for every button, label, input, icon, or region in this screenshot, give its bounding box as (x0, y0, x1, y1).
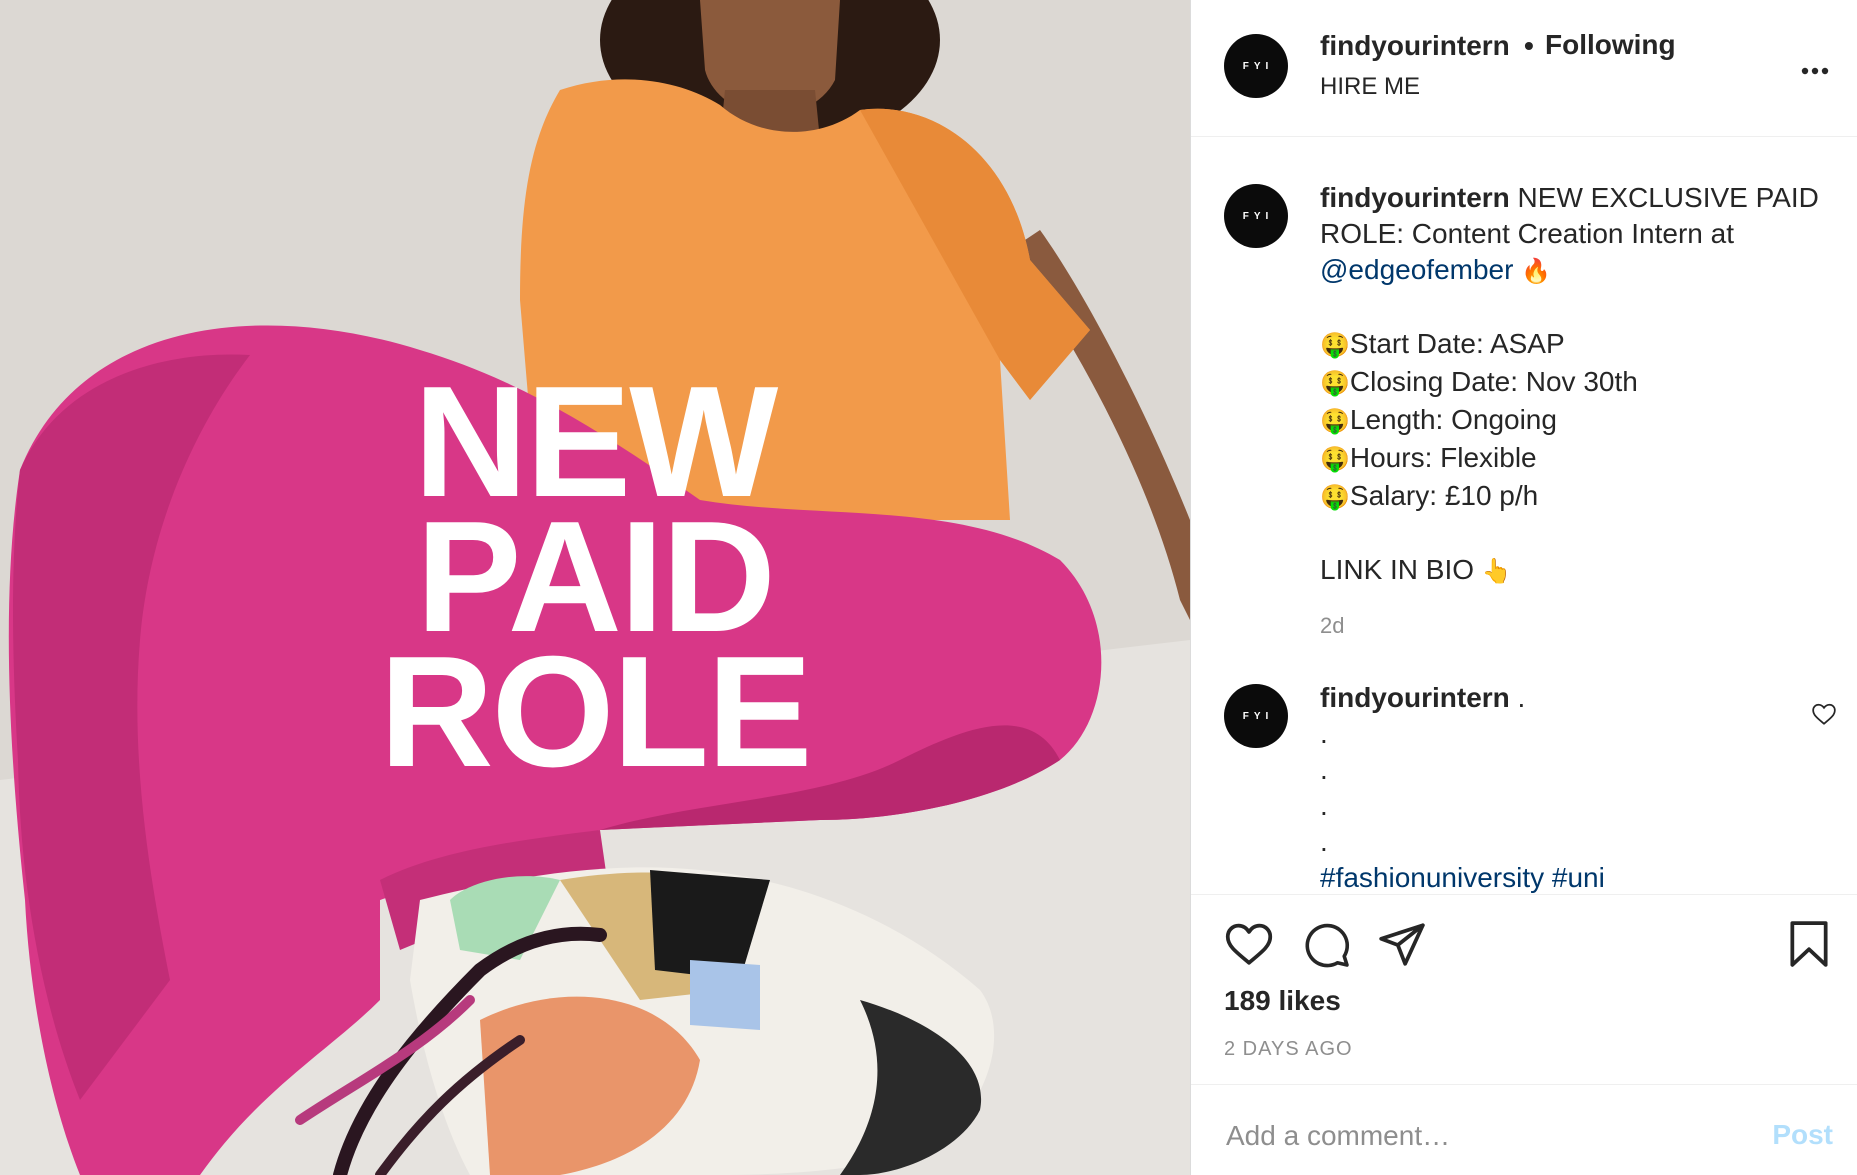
comment-avatar[interactable]: FYI (1224, 684, 1288, 748)
detail-closing-date: Closing Date: Nov 30th (1349, 366, 1638, 397)
instagram-post-view: NEW PAID ROLE FYI findyourintern • Follo… (0, 0, 1857, 1175)
caption-detail-line: 🤑Length: Ongoing (1320, 402, 1820, 440)
caption-link-line: LINK IN BIO 👆 (1320, 552, 1820, 590)
bookmark-icon (1790, 921, 1828, 967)
following-button[interactable]: Following (1545, 29, 1676, 61)
caption-body: findyourintern NEW EXCLUSIVE PAID ROLE: … (1320, 180, 1820, 644)
avatar-text: FYI (1242, 210, 1274, 222)
avatar-text: FYI (1242, 60, 1274, 72)
caption-mention-link[interactable]: @edgeofember (1320, 254, 1513, 285)
money-mouth-emoji: 🤑 (1320, 370, 1350, 397)
post-overlay-headline: NEW PAID ROLE (0, 363, 1190, 800)
header-username[interactable]: findyourintern (1320, 30, 1510, 62)
like-button[interactable] (1224, 921, 1274, 972)
comment-like-heart-icon[interactable] (1811, 702, 1837, 731)
comment-dot-line: . (1320, 826, 1328, 857)
detail-hours: Hours: Flexible (1349, 442, 1537, 473)
detail-start-date: Start Date: ASAP (1349, 328, 1565, 359)
heart-outline-icon (1812, 703, 1836, 725)
comment-dot-line: . (1320, 718, 1328, 749)
overlay-line-role: ROLE (379, 624, 813, 800)
header-subtitle: HIRE ME (1320, 73, 1421, 100)
caption-avatar[interactable]: FYI (1224, 184, 1288, 248)
add-comment-bar: Post (1191, 1084, 1857, 1175)
fire-emoji: 🔥 (1521, 258, 1552, 285)
caption-detail-line: 🤑Hours: Flexible (1320, 440, 1820, 478)
caption-detail-line: 🤑Closing Date: Nov 30th (1320, 364, 1820, 402)
comment-username[interactable]: findyourintern (1320, 682, 1510, 713)
profile-avatar[interactable]: FYI (1224, 34, 1288, 98)
detail-salary: Salary: £10 p/h (1349, 480, 1539, 511)
comment-hashtags[interactable]: #fashionuniversity #uni (1320, 860, 1820, 894)
add-comment-input[interactable] (1224, 1119, 1748, 1153)
money-mouth-emoji: 🤑 (1320, 446, 1350, 473)
header-separator-dot: • (1524, 30, 1534, 61)
money-mouth-emoji: 🤑 (1320, 332, 1350, 359)
money-mouth-emoji: 🤑 (1320, 484, 1350, 511)
post-actions: 189 likes 2 DAYS AGO (1191, 894, 1857, 1084)
comment-dot-line: . (1320, 754, 1328, 785)
more-options-icon[interactable] (1801, 54, 1829, 75)
caption-detail-line: 🤑Salary: £10 p/h (1320, 478, 1820, 516)
share-button[interactable] (1377, 921, 1427, 972)
caption-detail-line: 🤑Start Date: ASAP (1320, 326, 1820, 364)
save-button[interactable] (1787, 919, 1831, 974)
post-header: FYI findyourintern • Following HIRE ME (1191, 0, 1857, 137)
avatar-text: FYI (1242, 710, 1274, 722)
speech-bubble-icon (1305, 923, 1350, 968)
comments-scroll-area[interactable]: FYI findyourintern NEW EXCLUSIVE PAID RO… (1191, 137, 1857, 894)
comment-text: . (1517, 682, 1526, 713)
comment-dot-line: . (1320, 790, 1328, 821)
paper-plane-icon (1379, 923, 1425, 966)
pointing-up-emoji: 👆 (1481, 558, 1512, 585)
caption-timestamp[interactable]: 2d (1320, 608, 1820, 644)
post-date: 2 DAYS AGO (1224, 1038, 1353, 1060)
post-comment-button[interactable]: Post (1772, 1119, 1833, 1151)
detail-length: Length: Ongoing (1349, 404, 1557, 435)
likes-count[interactable]: 189 likes (1224, 985, 1341, 1017)
comment-body: findyourintern . . . . . #fashionunivers… (1320, 680, 1820, 894)
money-mouth-emoji: 🤑 (1320, 408, 1350, 435)
heart-icon (1225, 923, 1273, 965)
post-side-panel: FYI findyourintern • Following HIRE ME F… (1190, 0, 1857, 1175)
link-in-bio-text: LINK IN BIO (1320, 554, 1475, 585)
comment-button[interactable] (1302, 921, 1352, 974)
ellipsis-icon (1801, 67, 1829, 75)
caption-username[interactable]: findyourintern (1320, 182, 1510, 213)
post-image[interactable]: NEW PAID ROLE (0, 0, 1190, 1175)
